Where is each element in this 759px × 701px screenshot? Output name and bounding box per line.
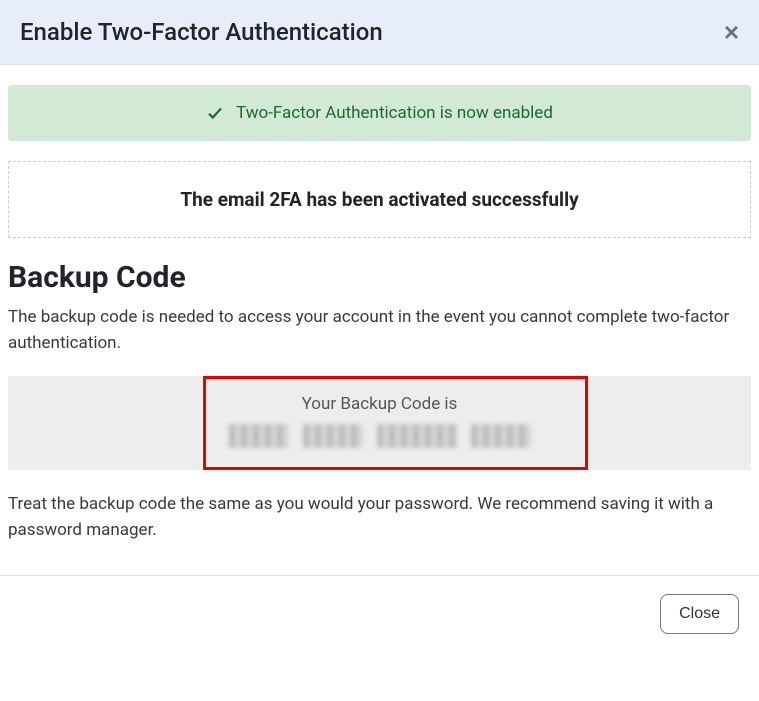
highlight-box <box>203 376 588 470</box>
check-icon <box>206 104 224 122</box>
modal-body: Two-Factor Authentication is now enabled… <box>0 85 759 543</box>
modal-footer: Close <box>0 575 759 652</box>
activation-message: The email 2FA has been activated success… <box>29 188 730 211</box>
backup-warning: Treat the backup code the same as you wo… <box>8 492 751 543</box>
success-message: Two-Factor Authentication is now enabled <box>236 103 553 123</box>
backup-code-label: Your Backup Code is <box>8 394 751 414</box>
close-icon[interactable]: × <box>724 19 739 45</box>
backup-description: The backup code is needed to access your… <box>8 305 751 356</box>
activation-box: The email 2FA has been activated success… <box>8 161 751 238</box>
modal-title: Enable Two-Factor Authentication <box>20 18 383 46</box>
backup-code-container: Your Backup Code is <box>8 376 751 470</box>
redacted-segment <box>303 424 363 448</box>
redacted-segment <box>471 424 531 448</box>
close-button[interactable]: Close <box>660 594 739 634</box>
backup-code-heading: Backup Code <box>8 260 751 295</box>
success-alert: Two-Factor Authentication is now enabled <box>8 85 751 141</box>
backup-code-value <box>8 424 751 448</box>
redacted-segment <box>377 424 457 448</box>
modal-header: Enable Two-Factor Authentication × <box>0 0 759 65</box>
redacted-segment <box>229 424 289 448</box>
